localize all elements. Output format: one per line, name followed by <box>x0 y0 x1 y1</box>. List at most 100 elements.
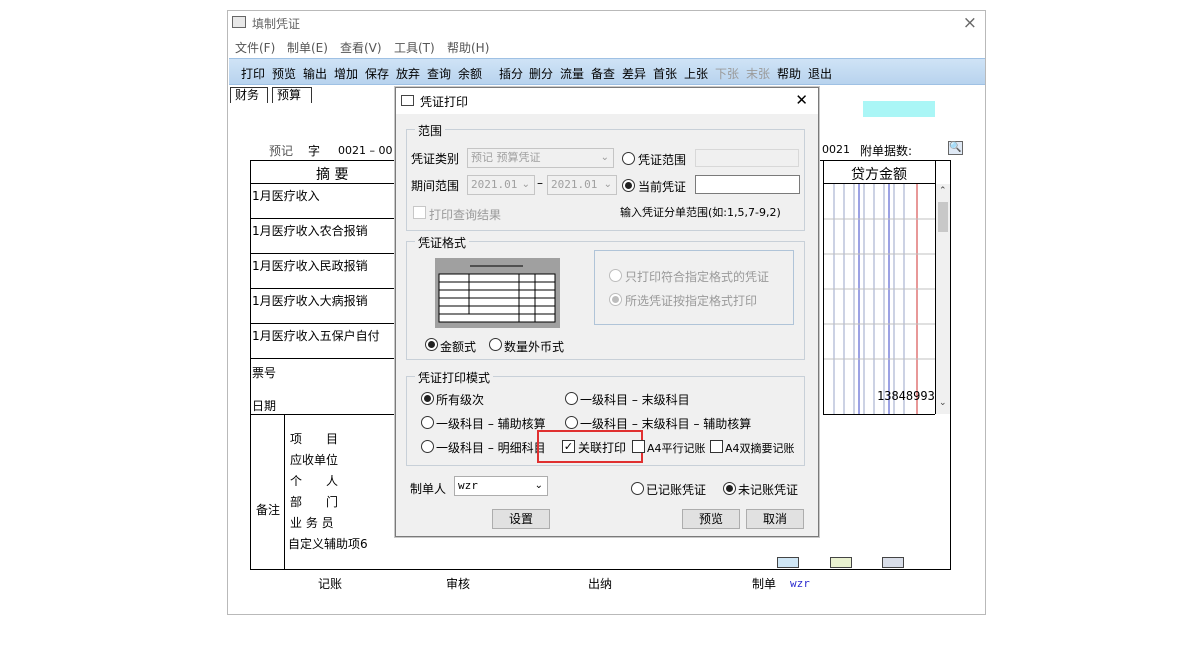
mode-first-aux-radio[interactable] <box>421 416 434 429</box>
cyan-cell <box>863 101 935 117</box>
quantity-style-label: 数量外币式 <box>504 340 565 354</box>
period-dash: – <box>537 176 543 190</box>
mode-first-detail-label: 一级科目 – 明细科目 <box>436 441 546 455</box>
quantity-style-radio[interactable] <box>489 338 502 351</box>
format-selected-label: 所选凭证按指定格式打印 <box>625 294 758 308</box>
toolbar-query[interactable]: 查询 <box>427 65 451 82</box>
toolbar-save[interactable]: 保存 <box>365 65 389 82</box>
voucher-number-right: 0021 <box>822 143 850 156</box>
voucher-icon[interactable] <box>830 557 852 568</box>
dialog-icon <box>401 95 414 106</box>
maker-select[interactable]: wzr ⌄ <box>454 476 548 496</box>
mode-all-radio[interactable] <box>421 392 434 405</box>
posted-label: 已记账凭证 <box>646 483 707 497</box>
menu-view[interactable]: 查看(V) <box>340 39 382 56</box>
mode-group-label: 凭证打印模式 <box>415 369 494 386</box>
period-from-select[interactable]: 2021.01 ⌄ <box>467 175 535 195</box>
window-close-icon[interactable]: × <box>963 13 977 33</box>
ticket-label: 票号 <box>252 366 277 380</box>
window-title: 填制凭证 <box>252 17 301 31</box>
cancel-button[interactable]: 取消 <box>746 509 804 529</box>
aux-custom6: 自定义辅助项6 <box>288 537 368 551</box>
date-label: 日期 <box>252 399 277 413</box>
format-selected-radio[interactable] <box>609 293 622 306</box>
tool-icon[interactable] <box>882 557 904 568</box>
toolbar-insert-line[interactable]: 插分 <box>499 65 523 82</box>
a4-double-checkbox[interactable] <box>710 440 723 453</box>
current-voucher-input[interactable] <box>695 175 800 194</box>
dialog-titlebar: 凭证打印 ✕ <box>396 88 818 114</box>
summary-row-3[interactable]: 1月医疗收入民政报销 <box>252 257 368 274</box>
aux-department: 部 门 <box>290 495 339 509</box>
menu-file[interactable]: 文件(F) <box>235 39 275 56</box>
toolbar-print[interactable]: 打印 <box>241 65 265 82</box>
linked-print-checkbox[interactable]: ✓ <box>562 440 575 453</box>
toolbar-diff[interactable]: 差异 <box>622 65 646 82</box>
toolbar-balance[interactable]: 余额 <box>458 65 482 82</box>
toolbar-first[interactable]: 首张 <box>653 65 677 82</box>
mode-first-last-label: 一级科目 – 末级科目 <box>580 393 690 407</box>
period-to-select[interactable]: 2021.01 ⌄ <box>547 175 617 195</box>
current-voucher-label: 当前凭证 <box>638 180 687 194</box>
table-scrollbar[interactable]: ⌃ ⌄ <box>936 184 950 414</box>
print-query-checkbox[interactable] <box>413 206 426 219</box>
menu-tools[interactable]: 工具(T) <box>394 39 435 56</box>
toolbar-memo[interactable]: 备查 <box>591 65 615 82</box>
a4-double-label: A4双摘要记账 <box>725 442 795 455</box>
footer-maker-label: 制单 <box>752 577 777 591</box>
range-radio[interactable] <box>622 152 635 165</box>
tab-finance[interactable]: 财务 <box>230 87 268 103</box>
unposted-radio[interactable] <box>723 482 736 495</box>
toolbar-next[interactable]: 下张 <box>715 65 739 82</box>
amount-style-label: 金额式 <box>440 340 477 354</box>
dialog-close-icon[interactable]: ✕ <box>795 91 808 109</box>
search-icon[interactable]: 🔍 <box>948 141 963 155</box>
toolbar-exit[interactable]: 退出 <box>808 65 832 82</box>
current-voucher-radio[interactable] <box>622 179 635 192</box>
amount-style-radio[interactable] <box>425 338 438 351</box>
toolbar-help[interactable]: 帮助 <box>777 65 801 82</box>
voucher-number: 0021 – 00 <box>338 144 393 157</box>
a4-parallel-checkbox[interactable] <box>632 440 645 453</box>
voucher-type-select[interactable]: 预记 预算凭证 ⌄ <box>467 148 614 168</box>
memo-icon[interactable] <box>777 557 799 568</box>
footer-post: 记账 <box>318 577 343 591</box>
toolbar-last[interactable]: 末张 <box>746 65 770 82</box>
aux-salesperson: 业 务 员 <box>290 516 334 530</box>
preview-button[interactable]: 预览 <box>682 509 740 529</box>
format-group: 凭证格式 只打印符合指定格式的凭证 所选凭证按指定格式打印 金额式 数量外币式 <box>406 234 805 360</box>
summary-row-1[interactable]: 1月医疗收入 <box>252 187 320 204</box>
voucher-type[interactable]: 预记 <box>269 142 293 159</box>
tab-budget[interactable]: 预算 <box>272 87 312 103</box>
menu-help[interactable]: 帮助(H) <box>447 39 489 56</box>
toolbar-prev[interactable]: 上张 <box>684 65 708 82</box>
range-input[interactable] <box>695 149 799 167</box>
format-matching-label: 只打印符合指定格式的凭证 <box>625 270 770 284</box>
summary-row-2[interactable]: 1月医疗收入农合报销 <box>252 222 368 239</box>
dialog-title: 凭证打印 <box>420 95 469 109</box>
toolbar: 打印 预览 输出 增加 保存 放弃 查询 余额 插分 删分 流量 备查 差异 首… <box>229 58 985 85</box>
summary-row-5[interactable]: 1月医疗收入五保户自付 <box>252 327 380 344</box>
mode-first-detail-radio[interactable] <box>421 440 434 453</box>
toolbar-add[interactable]: 增加 <box>334 65 358 82</box>
settings-button[interactable]: 设置 <box>492 509 550 529</box>
linked-print-label: 关联打印 <box>578 441 627 455</box>
mode-all-label: 所有级次 <box>436 393 485 407</box>
posted-radio[interactable] <box>631 482 644 495</box>
print-query-label: 打印查询结果 <box>429 208 502 222</box>
toolbar-flow[interactable]: 流量 <box>560 65 584 82</box>
toolbar-export[interactable]: 输出 <box>303 65 327 82</box>
toolbar-delete-line[interactable]: 删分 <box>529 65 553 82</box>
menu-edit[interactable]: 制单(E) <box>287 39 328 56</box>
footer-maker: wzr <box>790 577 810 590</box>
toolbar-preview[interactable]: 预览 <box>272 65 296 82</box>
summary-row-4[interactable]: 1月医疗收入大病报销 <box>252 292 368 309</box>
aux-project: 项 目 <box>290 432 339 446</box>
format-group-label: 凭证格式 <box>415 234 470 251</box>
footer-cashier: 出纳 <box>588 577 613 591</box>
mode-first-last-radio[interactable] <box>565 392 578 405</box>
mode-first-last-aux-radio[interactable] <box>565 416 578 429</box>
app-icon <box>232 16 246 28</box>
format-matching-radio[interactable] <box>609 269 622 282</box>
toolbar-discard[interactable]: 放弃 <box>396 65 420 82</box>
